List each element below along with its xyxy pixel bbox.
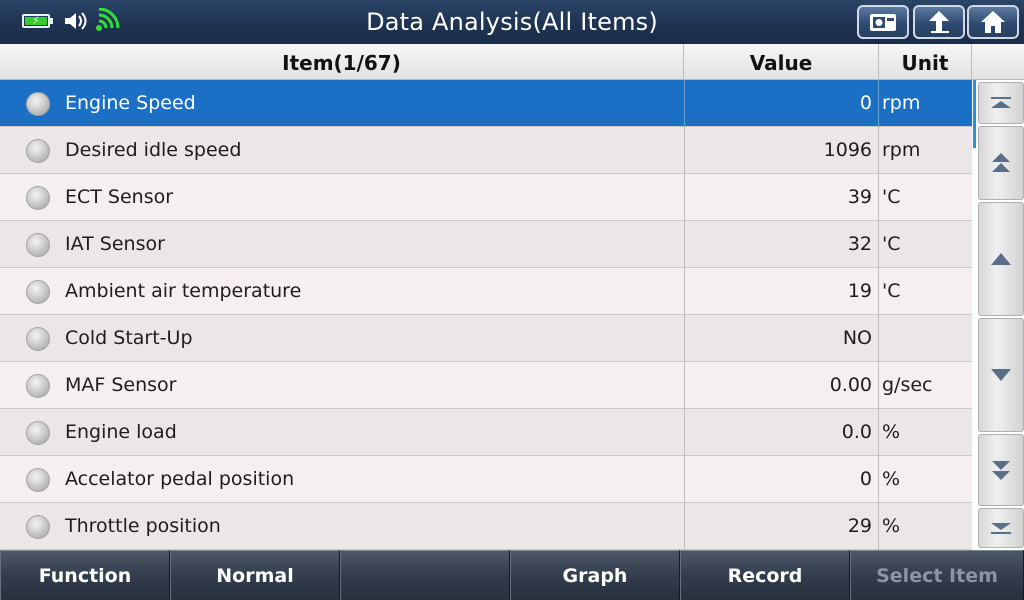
- back-button[interactable]: [913, 5, 965, 39]
- row-unit: %: [882, 468, 901, 490]
- function-bar: Function Normal Graph Record Select Item: [0, 550, 1024, 600]
- page-down-button[interactable]: [978, 434, 1024, 506]
- table-row[interactable]: Engine Speed 0 rpm: [0, 80, 972, 127]
- top-bar: ⚡ Data Analysis(All Items): [0, 0, 1024, 44]
- row-item-name: Engine Speed: [65, 92, 196, 114]
- row-unit: g/sec: [882, 374, 933, 396]
- back-icon: [929, 11, 949, 33]
- row-unit: 'C: [882, 186, 901, 208]
- screenshot-button[interactable]: [857, 5, 909, 39]
- table-row[interactable]: Cold Start-Up NO: [0, 315, 972, 362]
- row-radio-icon[interactable]: [26, 468, 50, 492]
- row-radio-icon[interactable]: [26, 186, 50, 210]
- scroll-controls: [978, 80, 1024, 550]
- column-header-unit: Unit: [879, 44, 972, 80]
- row-unit: %: [882, 421, 901, 443]
- row-item-name: Cold Start-Up: [65, 327, 193, 349]
- last-page-icon: [991, 523, 1011, 534]
- row-value: 32: [684, 221, 879, 268]
- row-item-name: Engine load: [65, 421, 177, 443]
- line-down-icon: [991, 369, 1011, 381]
- data-table: Engine Speed 0 rpm Desired idle speed 10…: [0, 80, 972, 550]
- table-row[interactable]: Accelator pedal position 0 %: [0, 456, 972, 503]
- line-up-icon: [991, 253, 1011, 265]
- first-page-button[interactable]: [978, 82, 1024, 124]
- row-value: 0: [684, 80, 879, 127]
- row-radio-icon[interactable]: [26, 374, 50, 398]
- table-row[interactable]: Ambient air temperature 19 'C: [0, 268, 972, 315]
- row-item-name: ECT Sensor: [65, 186, 174, 208]
- row-value: 0.0: [684, 409, 879, 456]
- empty-button[interactable]: [340, 550, 510, 600]
- row-item-name: Throttle position: [65, 515, 221, 537]
- page-up-icon: [992, 153, 1010, 172]
- graph-button[interactable]: Graph: [510, 550, 680, 600]
- record-button[interactable]: Record: [680, 550, 850, 600]
- row-radio-icon[interactable]: [26, 515, 50, 539]
- row-value: 29: [684, 503, 879, 550]
- last-page-button[interactable]: [978, 508, 1024, 548]
- home-icon: [981, 11, 1005, 33]
- row-value: NO: [684, 315, 879, 362]
- first-page-icon: [991, 97, 1011, 108]
- row-radio-icon[interactable]: [26, 327, 50, 351]
- row-unit: 'C: [882, 280, 901, 302]
- screenshot-icon: [870, 14, 896, 31]
- table-row[interactable]: MAF Sensor 0.00 g/sec: [0, 362, 972, 409]
- row-unit: %: [882, 515, 901, 537]
- row-radio-icon[interactable]: [26, 280, 50, 304]
- page-down-icon: [992, 461, 1010, 480]
- row-value: 0: [684, 456, 879, 503]
- line-up-button[interactable]: [978, 202, 1024, 316]
- row-value: 19: [684, 268, 879, 315]
- row-radio-icon[interactable]: [26, 139, 50, 163]
- row-item-name: IAT Sensor: [65, 233, 165, 255]
- row-item-name: MAF Sensor: [65, 374, 177, 396]
- column-header-item: Item(1/67): [0, 44, 684, 80]
- row-item-name: Ambient air temperature: [65, 280, 302, 302]
- row-value: 39: [684, 174, 879, 221]
- table-row[interactable]: Engine load 0.0 %: [0, 409, 972, 456]
- column-header-value: Value: [684, 44, 879, 80]
- column-header-scroll: [972, 44, 1024, 80]
- row-unit: rpm: [882, 139, 921, 161]
- select-item-button[interactable]: Select Item: [850, 550, 1024, 600]
- row-unit: rpm: [882, 92, 921, 114]
- row-value: 1096: [684, 127, 879, 174]
- page-up-button[interactable]: [978, 126, 1024, 200]
- function-button[interactable]: Function: [0, 550, 170, 600]
- row-value: 0.00: [684, 362, 879, 409]
- normal-button[interactable]: Normal: [170, 550, 340, 600]
- table-row[interactable]: ECT Sensor 39 'C: [0, 174, 972, 221]
- row-radio-icon[interactable]: [26, 421, 50, 445]
- table-row[interactable]: Throttle position 29 %: [0, 503, 972, 550]
- table-row[interactable]: Desired idle speed 1096 rpm: [0, 127, 972, 174]
- row-radio-icon[interactable]: [26, 233, 50, 257]
- scroll-position-indicator[interactable]: [973, 80, 976, 148]
- line-down-button[interactable]: [978, 318, 1024, 432]
- home-button[interactable]: [967, 5, 1019, 39]
- row-item-name: Desired idle speed: [65, 139, 242, 161]
- row-unit: 'C: [882, 233, 901, 255]
- row-item-name: Accelator pedal position: [65, 468, 295, 490]
- row-radio-icon[interactable]: [26, 92, 50, 116]
- table-row[interactable]: IAT Sensor 32 'C: [0, 221, 972, 268]
- table-header: Item(1/67) Value Unit: [0, 44, 1024, 80]
